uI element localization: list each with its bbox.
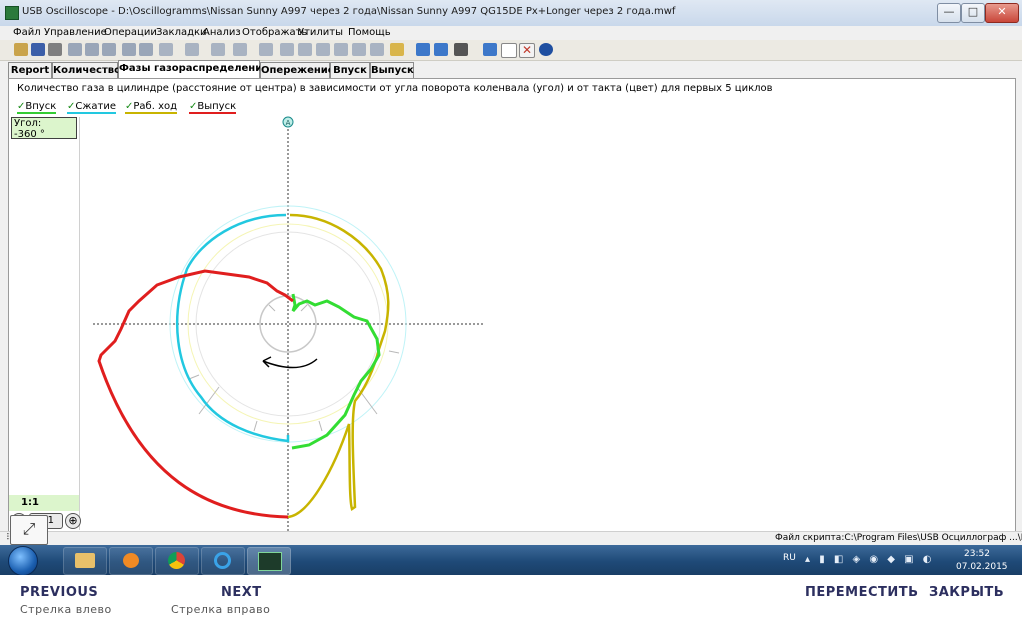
fragment-icon[interactable] bbox=[370, 43, 384, 56]
menu-utilities[interactable]: Утилиты bbox=[298, 27, 343, 38]
image-icon[interactable] bbox=[483, 43, 497, 56]
title-bar[interactable]: USB Oscilloscope - D:\Oscillogramms\Niss… bbox=[0, 0, 1022, 27]
close-viewer-button[interactable]: ЗАКРЫТЬ bbox=[929, 585, 1004, 600]
check-group-icon[interactable] bbox=[316, 43, 330, 56]
check-all-icon[interactable] bbox=[280, 43, 294, 56]
check-marks-icon[interactable] bbox=[298, 43, 312, 56]
minimize-button[interactable]: — bbox=[937, 3, 961, 23]
taskbar: RU ▴ ▮ ◧ ◈ ◉ ◆ ▣ ◐ 23:52 07.02.2015 bbox=[0, 545, 1022, 576]
window-title: USB Oscilloscope - D:\Oscillogramms\Niss… bbox=[22, 6, 676, 17]
center-circle bbox=[259, 295, 317, 353]
menu-bookmarks[interactable]: Закладки bbox=[156, 27, 207, 38]
tab-advance[interactable]: Опережение bbox=[260, 62, 335, 79]
tab-content: Количество газа в цилиндре (расстояние о… bbox=[8, 78, 1016, 532]
menu-operations[interactable]: Операции bbox=[104, 27, 157, 38]
save-icon[interactable] bbox=[31, 43, 45, 56]
print-icon[interactable] bbox=[48, 43, 62, 56]
status-bar: ⠿ Файл скрипта:C:\Program Files\USB Осци… bbox=[0, 531, 1022, 546]
slide-nav-bar: PREVIOUS Стрелка влево NEXT Стрелка впра… bbox=[0, 575, 1022, 631]
move-button[interactable]: ПЕРЕМЕСТИТЬ bbox=[805, 585, 919, 600]
play-icon[interactable] bbox=[416, 43, 430, 56]
menu-help[interactable]: Помощь bbox=[348, 27, 391, 38]
rotation-arrow bbox=[262, 358, 318, 369]
previous-button[interactable]: PREVIOUS bbox=[20, 585, 98, 600]
oscilloscope-taskbar-icon[interactable] bbox=[247, 547, 291, 575]
menu-bar: Файл Управление Операции Закладки Анализ… bbox=[0, 26, 1022, 40]
app-icon bbox=[5, 6, 19, 20]
clock-time[interactable]: 23:52 bbox=[964, 549, 990, 559]
top-marker-label: A bbox=[286, 119, 291, 127]
fullscreen-toggle-icon[interactable]: ⤢ bbox=[10, 515, 48, 545]
tab-exhaust[interactable]: Выпуск bbox=[370, 62, 414, 79]
previous-hint: Стрелка влево bbox=[20, 603, 112, 616]
next-hint: Стрелка вправо bbox=[171, 603, 271, 616]
tab-valve-timing[interactable]: Фазы газораспределения bbox=[118, 60, 269, 80]
scale-circle bbox=[195, 231, 381, 417]
toolbar: ✕ bbox=[0, 40, 1022, 61]
copy-icon[interactable] bbox=[68, 43, 82, 56]
display-icon[interactable] bbox=[233, 43, 247, 56]
clock-date[interactable]: 07.02.2015 bbox=[956, 562, 1008, 572]
media-player-icon[interactable] bbox=[109, 547, 153, 575]
intake-curve bbox=[291, 293, 381, 450]
tab-quantity[interactable]: Количество bbox=[52, 62, 121, 79]
grid-icon[interactable] bbox=[352, 43, 366, 56]
language-indicator[interactable]: RU bbox=[783, 553, 796, 563]
maximize-button[interactable]: □ bbox=[961, 3, 985, 23]
help-icon[interactable] bbox=[539, 43, 553, 56]
tool-icon[interactable] bbox=[102, 43, 116, 56]
cancel-icon[interactable]: ✕ bbox=[519, 43, 535, 58]
monitor-icon[interactable] bbox=[454, 43, 468, 56]
menu-control[interactable]: Управление bbox=[44, 27, 107, 38]
cursor-icon[interactable] bbox=[122, 43, 136, 56]
next-button[interactable]: NEXT bbox=[221, 585, 262, 600]
menu-file[interactable]: Файл bbox=[13, 27, 41, 38]
polar-chart[interactable]: A bbox=[9, 79, 1015, 531]
ie-icon[interactable] bbox=[201, 547, 245, 575]
explorer-icon[interactable] bbox=[63, 547, 107, 575]
signal-icon[interactable] bbox=[185, 43, 199, 56]
start-button[interactable] bbox=[8, 546, 38, 576]
tray-icons[interactable]: ▴ ▮ ◧ ◈ ◉ ◆ ▣ ◐ bbox=[805, 554, 945, 566]
close-button[interactable]: ✕ bbox=[985, 3, 1019, 23]
exhaust-curve bbox=[97, 269, 294, 519]
document-icon[interactable] bbox=[334, 43, 348, 56]
step-icon[interactable] bbox=[434, 43, 448, 56]
undo-icon[interactable] bbox=[211, 43, 225, 56]
folder-icon[interactable] bbox=[390, 43, 404, 56]
tab-intake[interactable]: Впуск bbox=[330, 62, 370, 79]
page-icon[interactable] bbox=[501, 43, 517, 58]
script-file: Файл скрипта:C:\Program Files\USB Осцилл… bbox=[775, 533, 1022, 543]
paste-icon[interactable] bbox=[85, 43, 99, 56]
tab-report[interactable]: Report bbox=[8, 62, 52, 79]
menu-analysis[interactable]: Анализ bbox=[203, 27, 241, 38]
marker-icon[interactable] bbox=[139, 43, 153, 56]
app-window: USB Oscilloscope - D:\Oscillogramms\Niss… bbox=[0, 0, 1022, 576]
channels-icon[interactable] bbox=[159, 43, 173, 56]
chrome-icon[interactable] bbox=[155, 547, 199, 575]
check-icon[interactable] bbox=[259, 43, 273, 56]
open-icon[interactable] bbox=[14, 43, 28, 56]
